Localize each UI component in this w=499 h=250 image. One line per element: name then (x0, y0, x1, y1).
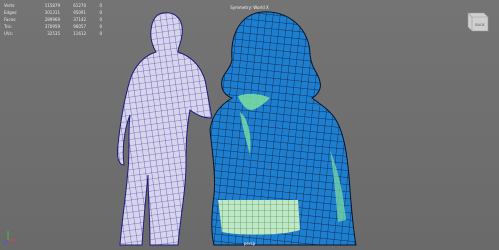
character-bust-mesh[interactable] (209, 11, 357, 246)
male-body-mesh[interactable] (117, 12, 213, 246)
camera-label: persp (243, 241, 256, 246)
model-scene[interactable]: BACK (0, 0, 499, 250)
view-cube-label: BACK (475, 23, 485, 27)
view-cube-icon[interactable]: BACK (467, 12, 489, 32)
3d-viewport[interactable]: Verts: 115879 61270 0 Edges: 301311 9509… (0, 0, 499, 250)
